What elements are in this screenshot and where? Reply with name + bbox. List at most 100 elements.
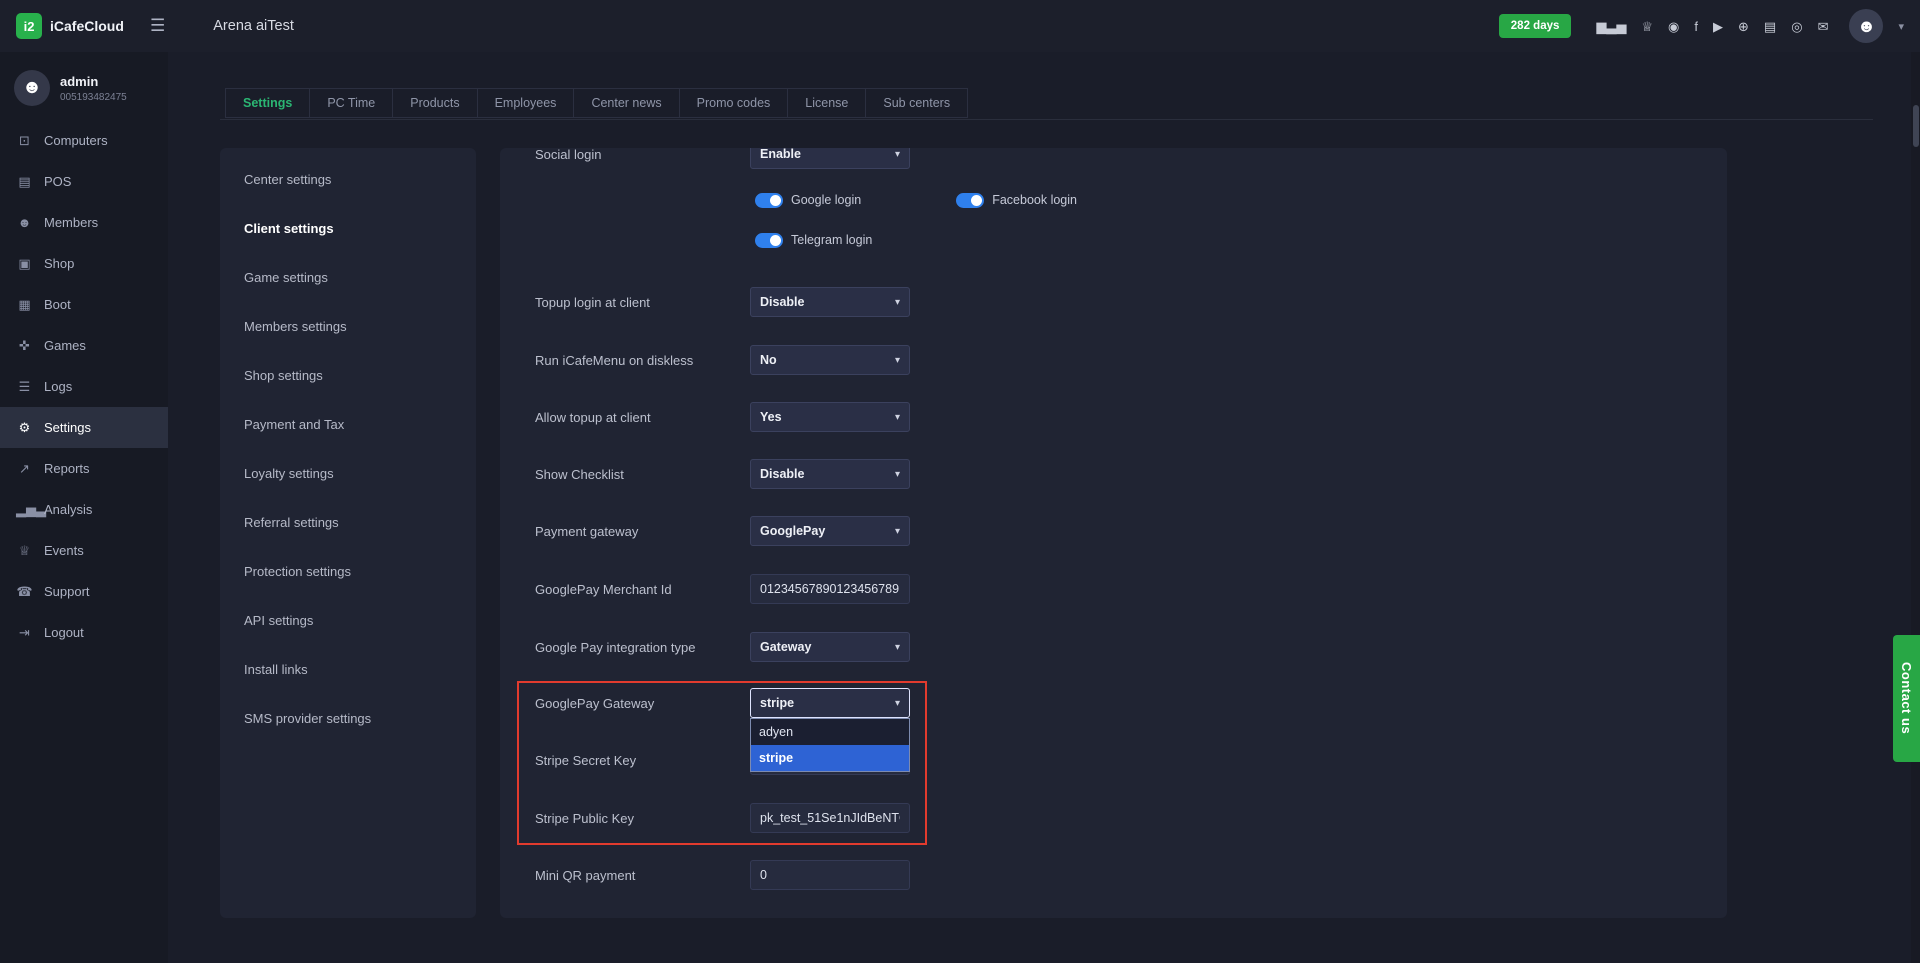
- settings-nav-protection[interactable]: Protection settings: [220, 557, 476, 587]
- form-row-payment-gateway: Payment gateway GooglePay ▾: [500, 516, 1727, 546]
- settings-nav-center[interactable]: Center settings: [220, 165, 476, 195]
- googlepay-gateway-select[interactable]: stripe ▾: [750, 688, 910, 718]
- mail-icon[interactable]: ✉: [1818, 20, 1829, 33]
- settings-nav-client[interactable]: Client settings: [220, 214, 476, 244]
- mini-qr-payment-input[interactable]: [750, 860, 910, 890]
- sidebar-item-settings[interactable]: ⚙ Settings: [0, 407, 168, 448]
- user-avatar[interactable]: ☻: [1849, 9, 1883, 43]
- sidebar-item-pos[interactable]: ▤ POS: [0, 161, 168, 202]
- settings-nav-panel: Center settings Client settings Game set…: [220, 148, 476, 918]
- gear-icon: ⚙: [16, 420, 33, 436]
- menu-toggle-icon[interactable]: ☰: [150, 16, 165, 36]
- field-label: Mini QR payment: [500, 868, 750, 883]
- sidebar-item-logout[interactable]: ⇥ Logout: [0, 612, 168, 653]
- field-label: Payment gateway: [500, 524, 750, 539]
- trophy-icon[interactable]: ♕: [1641, 20, 1653, 33]
- facebook-icon[interactable]: f: [1694, 20, 1698, 33]
- google-login-toggle[interactable]: [755, 193, 783, 208]
- settings-nav-shop[interactable]: Shop settings: [220, 361, 476, 391]
- scrollbar-track[interactable]: [1911, 52, 1920, 963]
- chevron-down-icon: ▾: [895, 698, 900, 709]
- social-login-select[interactable]: Enable ▾: [750, 148, 910, 169]
- chevron-down-icon: ▾: [895, 297, 900, 308]
- tab-promo-codes[interactable]: Promo codes: [679, 88, 789, 118]
- sidebar-user[interactable]: ☻ admin 005193482475: [0, 62, 168, 120]
- select-value: Yes: [760, 410, 895, 424]
- dropdown-option-adyen[interactable]: adyen: [751, 719, 909, 745]
- phone-icon: ☎: [16, 584, 33, 600]
- sidebar-item-computers[interactable]: ⊡ Computers: [0, 120, 168, 161]
- field-label: Stripe Secret Key: [500, 753, 750, 768]
- sidebar-item-shop[interactable]: ▣ Shop: [0, 243, 168, 284]
- topbar-right: 282 days ▆▃▅ ♕ ◉ f ▶ ⊕ ▤ ◎ ✉ ☻ ▾: [1499, 9, 1904, 43]
- field-label: GooglePay Gateway: [500, 696, 750, 711]
- select-value: GooglePay: [760, 524, 895, 538]
- select-value: No: [760, 353, 895, 367]
- sidebar-item-reports[interactable]: ↗ Reports: [0, 448, 168, 489]
- icafemenu-diskless-select[interactable]: No ▾: [750, 345, 910, 375]
- settings-nav-install-links[interactable]: Install links: [220, 655, 476, 685]
- brand-logo-icon: i2: [16, 13, 42, 39]
- tab-employees[interactable]: Employees: [477, 88, 575, 118]
- preview-icon[interactable]: ◎: [1791, 20, 1802, 33]
- user-name: admin: [60, 74, 127, 89]
- settings-nav-referral[interactable]: Referral settings: [220, 508, 476, 538]
- form-row-merchant-id: GooglePay Merchant Id: [500, 574, 1727, 604]
- tab-products[interactable]: Products: [392, 88, 477, 118]
- scrollbar-thumb[interactable]: [1913, 105, 1919, 147]
- sidebar-item-label: Logout: [44, 625, 84, 640]
- sidebar-item-members[interactable]: ☻ Members: [0, 202, 168, 243]
- page-title: Arena aiTest: [213, 18, 294, 34]
- stripe-public-key-input[interactable]: [750, 803, 910, 833]
- sidebar-item-games[interactable]: ✜ Games: [0, 325, 168, 366]
- tab-license[interactable]: License: [787, 88, 866, 118]
- field-label: Social login: [500, 148, 750, 162]
- tab-bar: Settings PC Time Products Employees Cent…: [225, 88, 968, 118]
- brand-name: iCafeCloud: [50, 18, 124, 34]
- list-icon: ☰: [16, 379, 33, 395]
- show-checklist-select[interactable]: Disable ▾: [750, 459, 910, 489]
- tab-pc-time[interactable]: PC Time: [309, 88, 393, 118]
- contact-us-button[interactable]: Contact us: [1893, 635, 1920, 762]
- sidebar-item-boot[interactable]: ▦ Boot: [0, 284, 168, 325]
- dropdown-option-stripe[interactable]: stripe: [751, 745, 909, 771]
- form-row-login-toggles-1: Google login Facebook login: [755, 190, 1727, 210]
- sidebar-item-label: Settings: [44, 420, 91, 435]
- settings-nav-sms-provider[interactable]: SMS provider settings: [220, 704, 476, 734]
- chevron-down-icon[interactable]: ▾: [1898, 20, 1904, 33]
- telegram-login-toggle[interactable]: [755, 233, 783, 248]
- sidebar-item-events[interactable]: ♕ Events: [0, 530, 168, 571]
- stats-icon[interactable]: ▆▃▅: [1596, 20, 1626, 33]
- settings-nav-members[interactable]: Members settings: [220, 312, 476, 342]
- select-value: Disable: [760, 295, 895, 309]
- youtube-icon[interactable]: ▶: [1713, 20, 1723, 33]
- sidebar-item-label: Support: [44, 584, 90, 599]
- sidebar-item-support[interactable]: ☎ Support: [0, 571, 168, 612]
- topup-login-select[interactable]: Disable ▾: [750, 287, 910, 317]
- integration-type-select[interactable]: Gateway ▾: [750, 632, 910, 662]
- settings-nav-loyalty[interactable]: Loyalty settings: [220, 459, 476, 489]
- sidebar-item-analysis[interactable]: ▂▅▃ Analysis: [0, 489, 168, 530]
- payment-gateway-select[interactable]: GooglePay ▾: [750, 516, 910, 546]
- billing-icon[interactable]: ▤: [1764, 20, 1776, 33]
- telegram-login-toggle-group: Telegram login: [755, 233, 872, 248]
- brand: i2 iCafeCloud: [16, 13, 136, 39]
- sidebar: ☻ admin 005193482475 ⊡ Computers ▤ POS ☻…: [0, 52, 168, 963]
- settings-nav-payment-tax[interactable]: Payment and Tax: [220, 410, 476, 440]
- license-days-badge[interactable]: 282 days: [1499, 14, 1572, 38]
- avatar: ☻: [14, 70, 50, 106]
- facebook-login-toggle[interactable]: [956, 193, 984, 208]
- tab-sub-centers[interactable]: Sub centers: [865, 88, 968, 118]
- sidebar-item-label: POS: [44, 174, 71, 189]
- rss-icon[interactable]: ◉: [1668, 20, 1679, 33]
- settings-nav-game[interactable]: Game settings: [220, 263, 476, 293]
- tab-center-news[interactable]: Center news: [573, 88, 679, 118]
- tab-settings[interactable]: Settings: [225, 88, 310, 118]
- allow-topup-select[interactable]: Yes ▾: [750, 402, 910, 432]
- globe-icon[interactable]: ⊕: [1738, 20, 1749, 33]
- select-value: stripe: [760, 696, 895, 710]
- settings-nav-api[interactable]: API settings: [220, 606, 476, 636]
- sidebar-item-logs[interactable]: ☰ Logs: [0, 366, 168, 407]
- field-label: Stripe Public Key: [500, 811, 750, 826]
- googlepay-merchant-id-input[interactable]: [750, 574, 910, 604]
